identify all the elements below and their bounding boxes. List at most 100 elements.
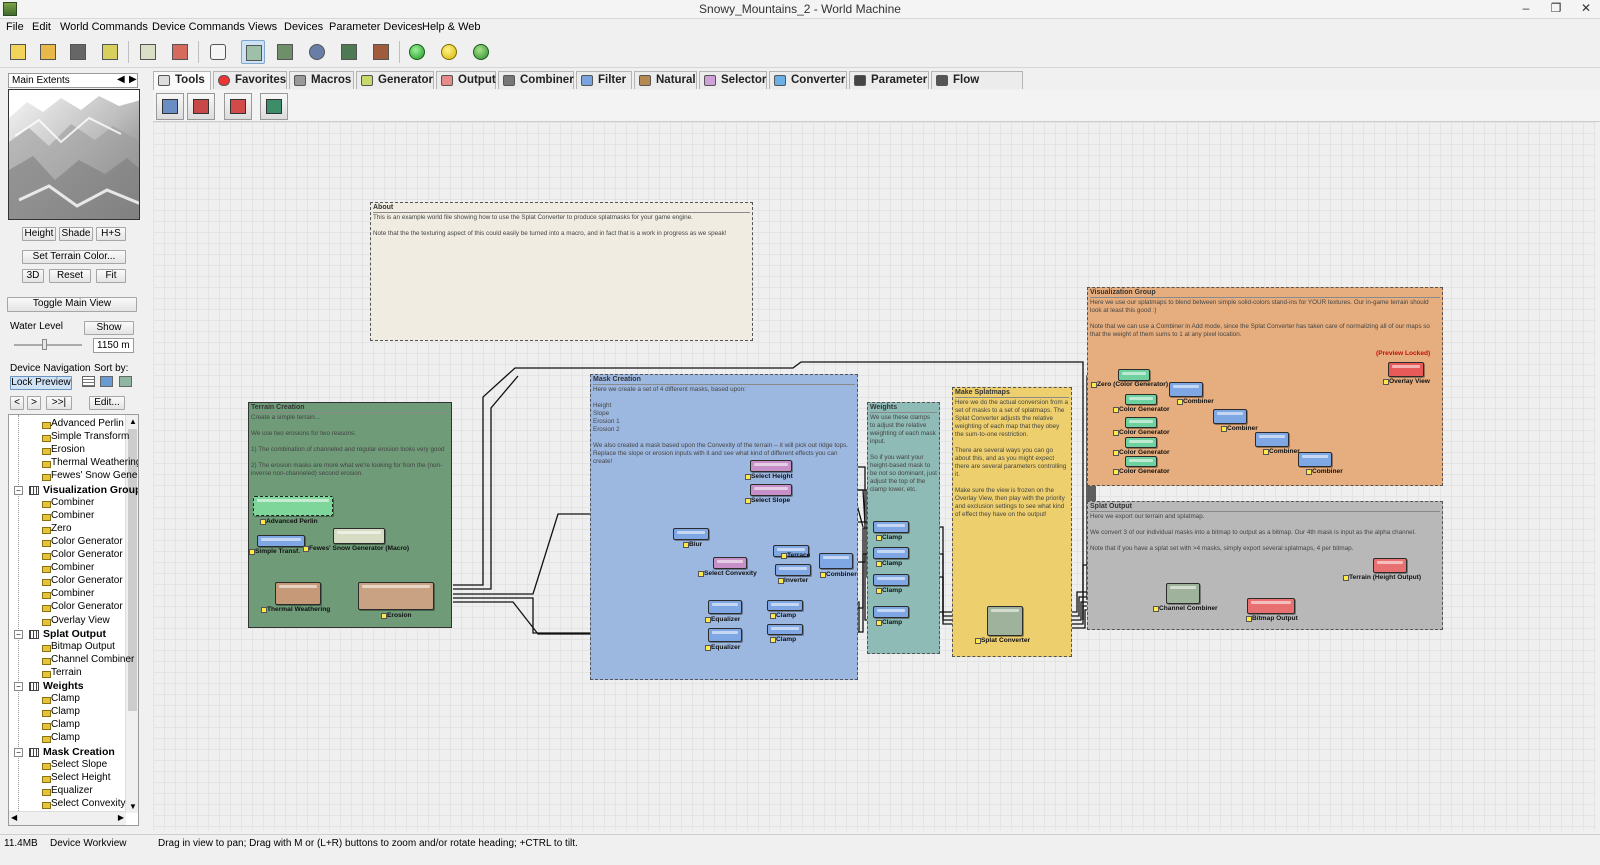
viz-combiner-node-2[interactable] [1213, 409, 1247, 424]
weight-clamp-node-2[interactable] [873, 547, 909, 559]
tree-group-item[interactable]: − Mask Creation [9, 746, 115, 759]
menu-views[interactable]: Views [248, 21, 277, 33]
layout-view-button[interactable] [273, 40, 297, 64]
open-button[interactable] [36, 40, 60, 64]
weight-clamp-node-4[interactable] [873, 606, 909, 618]
extents-prev-icon[interactable]: ◀ [117, 74, 125, 85]
new-world-button[interactable] [6, 40, 30, 64]
thermal-weathering-node[interactable] [275, 582, 321, 605]
tab-parameter[interactable]: Parameter [849, 71, 929, 89]
viz-combiner-node-1[interactable] [1169, 382, 1203, 397]
color-generator-node-2[interactable] [1125, 417, 1157, 428]
overlay-view-node[interactable] [1388, 362, 1424, 377]
tree-device-item[interactable]: Fewes' Snow Generator [9, 470, 138, 483]
device-workview[interactable]: About This is an example world file show… [153, 122, 1596, 830]
tree-device-item[interactable]: Clamp [9, 732, 80, 745]
random-seed-button[interactable] [206, 40, 230, 64]
tree-device-item[interactable]: Clamp [9, 693, 80, 706]
shade-view-button[interactable]: Shade [59, 227, 93, 241]
tree-device-item[interactable]: Combiner [9, 562, 94, 575]
mask-combiner-node[interactable] [819, 553, 853, 569]
viz-combiner-node-3[interactable] [1255, 432, 1289, 447]
extents-selector[interactable]: Main Extents ◀ ▶ [8, 73, 138, 88]
tree-device-item[interactable]: Overlay View [9, 615, 110, 628]
tool-portal-button[interactable] [260, 93, 288, 120]
tree-device-item[interactable]: Channel Combiner [9, 654, 134, 667]
tool-route-button[interactable] [224, 93, 252, 120]
tree-device-item[interactable]: Color Generator [9, 549, 123, 562]
menu-device-commands[interactable]: Device Commands [152, 21, 245, 33]
tree-device-item[interactable]: Select Height [9, 772, 110, 785]
menu-edit[interactable]: Edit [32, 21, 51, 33]
zero-color-generator-node[interactable] [1118, 369, 1150, 381]
select-convexity-node[interactable] [713, 557, 747, 569]
tree-device-item[interactable]: Bitmap Output [9, 641, 115, 654]
tab-tools[interactable]: Tools [153, 71, 211, 90]
select-slope-node[interactable] [750, 484, 792, 496]
minimize-icon[interactable]: – [1520, 1, 1532, 15]
collapse-icon[interactable]: − [14, 682, 23, 691]
tab-converter[interactable]: Converter [769, 71, 847, 89]
tree-device-item[interactable]: Select Convexity [9, 798, 125, 811]
build-world-button[interactable] [469, 40, 493, 64]
about-group[interactable]: About This is an example world file show… [370, 202, 753, 341]
inverter-node[interactable] [775, 564, 811, 576]
water-level-thumb[interactable] [42, 339, 47, 350]
color-generator-node-4[interactable] [1125, 456, 1157, 467]
toggle-main-view-button[interactable]: Toggle Main View [7, 297, 137, 312]
tree-device-item[interactable]: Select Slope [9, 759, 107, 772]
device-view-button[interactable] [241, 40, 265, 64]
tree-group-item[interactable]: − Splat Output [9, 628, 106, 641]
water-level-slider[interactable] [14, 344, 82, 346]
maximize-icon[interactable]: ❐ [1550, 1, 1562, 15]
splat-converter-node[interactable] [987, 606, 1023, 636]
equalizer-node-1[interactable] [708, 600, 742, 614]
tab-generator[interactable]: Generator [356, 71, 434, 89]
terrain-view-button[interactable] [337, 40, 361, 64]
simple-transform-node[interactable] [257, 535, 305, 547]
device-tree[interactable]: ▲ ▼ ◀ ▶ Advanced Perlin Simple Transform E… [8, 414, 139, 826]
channel-combiner-node[interactable] [1166, 583, 1200, 604]
collapse-icon[interactable]: − [14, 629, 23, 639]
tab-output[interactable]: Output [436, 71, 496, 89]
terrain-output-node[interactable] [1373, 558, 1407, 573]
build-button[interactable] [136, 40, 160, 64]
explorer-view-button[interactable] [305, 40, 329, 64]
water-show-button[interactable]: Show [84, 321, 134, 335]
nav-prev-button[interactable]: < [10, 396, 24, 410]
tree-group-item[interactable]: − Visualization Group [9, 484, 138, 497]
weight-clamp-node-3[interactable] [873, 574, 909, 586]
tree-device-item[interactable]: Clamp [9, 719, 80, 732]
equalizer-node-2[interactable] [708, 628, 742, 642]
set-terrain-color-button[interactable]: Set Terrain Color... [22, 250, 126, 264]
color-generator-node-3[interactable] [1125, 437, 1157, 448]
tool-macro-button[interactable] [187, 93, 215, 120]
menu-world-commands[interactable]: World Commands [60, 21, 148, 33]
tree-device-item[interactable]: Color Generator [9, 575, 123, 588]
menu-help-web[interactable]: Help & Web [422, 21, 481, 33]
tree-device-item[interactable]: Clamp [9, 706, 80, 719]
collapse-icon[interactable]: − [14, 485, 23, 495]
tree-device-item[interactable]: Thermal Weathering [9, 457, 138, 470]
tree-device-item[interactable]: Simple Transform [9, 431, 129, 444]
menu-devices[interactable]: Devices [284, 21, 323, 33]
tree-device-item[interactable]: Combiner [9, 588, 94, 601]
reset-button[interactable]: Reset [49, 269, 91, 283]
render-button[interactable] [168, 40, 192, 64]
scroll-left-icon[interactable]: ◀ [11, 813, 17, 822]
tree-device-item[interactable]: Equalizer [9, 785, 93, 798]
build-go-button[interactable] [405, 40, 429, 64]
tab-natural[interactable]: Natural [634, 71, 697, 89]
scroll-down-icon[interactable]: ▼ [129, 802, 137, 811]
build-pause-button[interactable] [437, 40, 461, 64]
blur-node[interactable] [673, 528, 709, 540]
mask-clamp-node-2[interactable] [767, 624, 803, 635]
menu-parameter-devices[interactable]: Parameter Devices [329, 21, 423, 33]
scroll-up-icon[interactable]: ▲ [129, 417, 137, 426]
tree-device-item[interactable]: Combiner [9, 497, 94, 510]
tab-selector[interactable]: Selector [699, 71, 767, 89]
tab-flow-control[interactable]: Flow Control [931, 71, 1023, 103]
menu-file[interactable]: File [6, 21, 24, 33]
tree-device-item[interactable]: Color Generator [9, 536, 123, 549]
nav-last-button[interactable]: >>| [46, 396, 72, 410]
